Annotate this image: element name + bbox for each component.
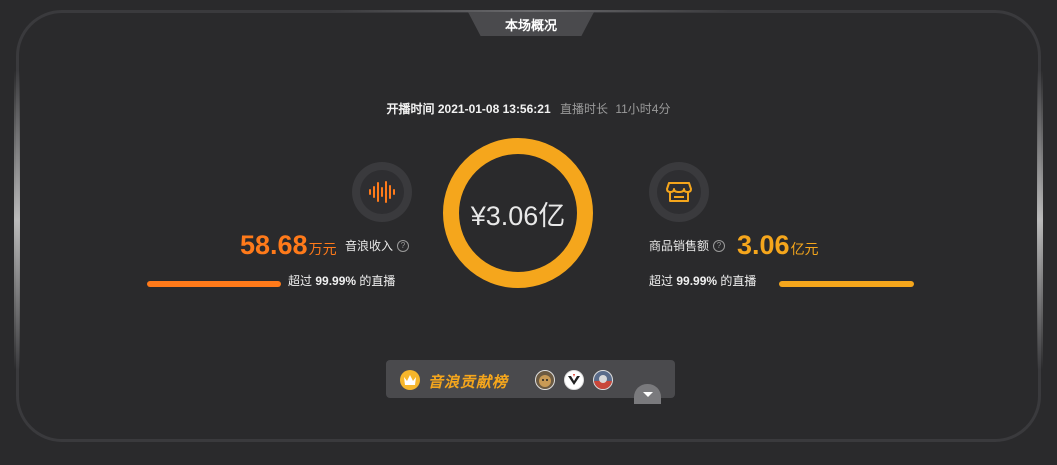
top-divider: [330, 10, 730, 12]
sales-label-wrap: 商品销售额 ?: [649, 237, 726, 254]
exceed-suffix-left: 的直播: [359, 274, 396, 288]
sound-wave-icon-wrap: [352, 162, 412, 222]
store-icon: [666, 182, 692, 202]
sales-exceed: 超过 99.99% 的直播: [649, 272, 756, 289]
avatar-1[interactable]: [535, 370, 555, 390]
chevron-down-icon: [642, 392, 653, 397]
start-time: 2021-01-08 13:56:21: [437, 102, 551, 116]
broadcast-meta: 开播时间 2021-01-08 13:56:21 直播时长 11小时4分: [0, 100, 1057, 117]
sales-bar: [779, 281, 914, 287]
avatar-3[interactable]: [593, 370, 613, 390]
sound-income-unit: 万元: [308, 241, 337, 257]
sound-income-exceed: 超过 99.99% 的直播: [288, 272, 395, 289]
help-icon[interactable]: ?: [397, 239, 410, 252]
sound-wave-icon: [369, 181, 395, 203]
expand-button[interactable]: [634, 384, 661, 404]
total-value: ¥3.06亿: [470, 200, 566, 231]
sound-income-value: 58.68万元: [240, 230, 337, 261]
sound-income-bar: [147, 281, 281, 287]
section-title: 本场概况: [468, 12, 594, 36]
start-label: 开播时间: [386, 102, 435, 116]
sound-income-label: 音浪收入: [345, 239, 394, 253]
exceed-suffix-right: 的直播: [720, 274, 757, 288]
crown-icon: [400, 370, 420, 390]
contribution-title: 音浪贡献榜: [428, 374, 509, 391]
duration-value: 11小时4分: [615, 102, 671, 116]
exceed-prefix-left: 超过: [288, 274, 313, 288]
contribution-ranking[interactable]: 音浪贡献榜: [386, 360, 675, 398]
sales-number: 3.06: [737, 230, 790, 260]
store-icon-wrap: [649, 162, 709, 222]
sales-unit: 亿元: [790, 241, 819, 257]
sales-label: 商品销售额: [649, 239, 710, 253]
total-ring: ¥3.06亿: [443, 138, 593, 288]
exceed-pct-left: 99.99%: [315, 274, 357, 288]
exceed-prefix-right: 超过: [649, 274, 674, 288]
avatar-2[interactable]: [564, 370, 584, 390]
sound-income-number: 58.68: [240, 230, 308, 260]
sales-value: 3.06亿元: [737, 230, 819, 261]
duration-label: 直播时长: [559, 102, 608, 116]
help-icon[interactable]: ?: [713, 239, 726, 252]
exceed-pct-right: 99.99%: [676, 274, 718, 288]
sound-income-label-wrap: 音浪收入 ?: [345, 237, 410, 254]
